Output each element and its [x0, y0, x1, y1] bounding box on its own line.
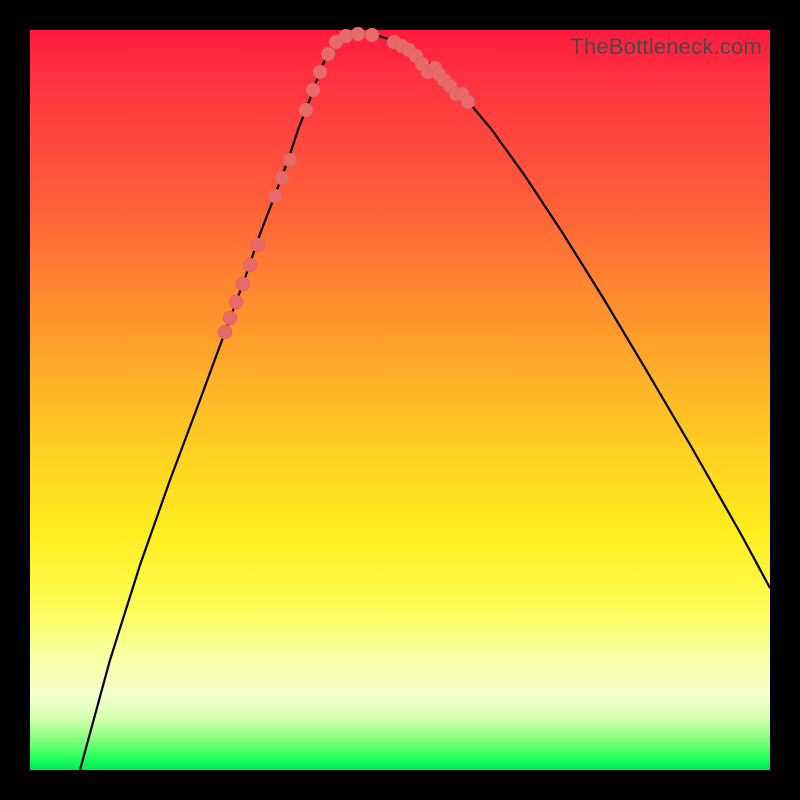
bead-icon	[306, 83, 320, 97]
chart-plot-area: TheBottleneck.com	[30, 30, 770, 770]
bead-icon	[268, 189, 282, 203]
chart-frame: TheBottleneck.com	[0, 0, 800, 800]
bead-icon	[229, 295, 243, 309]
bead-icon	[243, 258, 257, 272]
bead-icon	[339, 29, 353, 43]
bead-icon	[251, 238, 265, 252]
beads-group	[218, 27, 475, 339]
bead-icon	[275, 171, 289, 185]
curve-path	[80, 34, 770, 770]
bottleneck-curve	[30, 30, 770, 770]
bead-icon	[321, 47, 335, 61]
bead-icon	[283, 153, 297, 167]
bead-icon	[461, 95, 475, 109]
bead-icon	[218, 325, 232, 339]
bead-icon	[236, 277, 250, 291]
bead-icon	[351, 27, 365, 41]
bead-icon	[313, 65, 327, 79]
bead-icon	[223, 311, 237, 325]
bead-icon	[299, 103, 313, 117]
bead-icon	[365, 28, 379, 42]
